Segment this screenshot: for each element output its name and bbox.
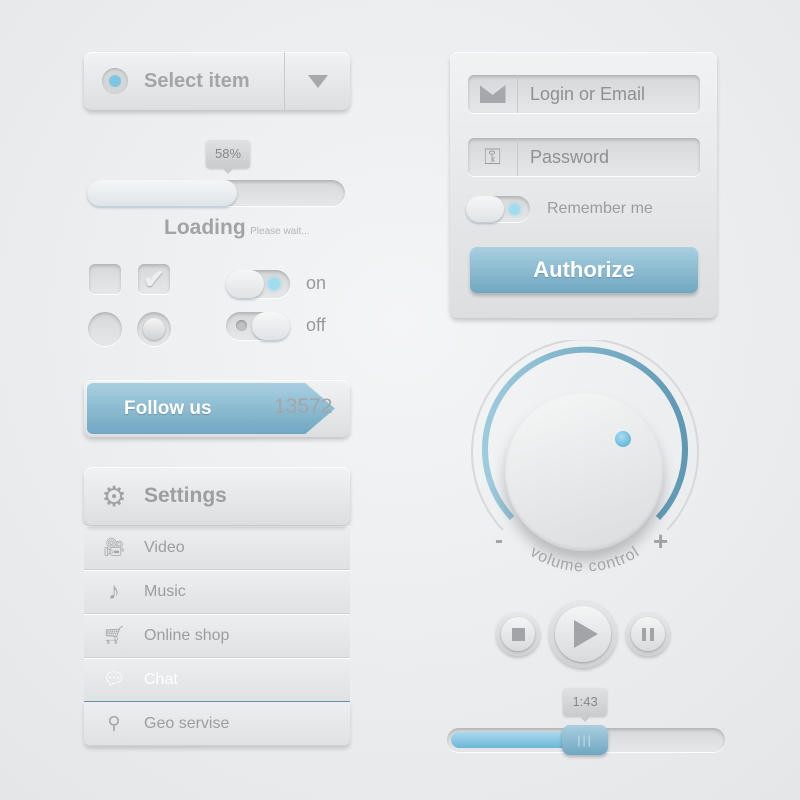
password-field[interactable]: ⚿ Password [468,138,700,176]
settings-title: Settings [144,484,227,507]
knob-indicator-icon [615,431,631,447]
key-icon: ⚿ [468,138,518,176]
progress-tooltip: 58% [206,140,250,174]
menu-item-label: Geo servise [144,714,230,732]
menu-item-label: Online shop [144,626,230,644]
follow-widget: Follow us 13572 [84,380,350,437]
gear-icon[interactable]: ⚙ [84,480,144,513]
toggle-on-label: on [306,273,327,293]
authorize-label: Authorize [533,257,635,282]
time-slider-thumb[interactable]: ||| [562,725,609,755]
map-pin-icon: ⚲ [107,713,121,733]
stop-button[interactable] [496,612,540,656]
time-tooltip: 1:43 [563,688,608,722]
follow-count: 13572 [274,395,333,418]
menu-item-label: Chat [144,670,178,688]
follow-us-label: Follow us [124,397,212,419]
radio-selected[interactable] [137,312,171,346]
play-button[interactable] [549,600,617,668]
volume-plus: + [653,526,668,556]
menu-item-video[interactable]: 🎥︎ Video [84,526,350,570]
pause-icon [642,627,654,641]
chat-icon: 💬︎ [102,669,126,689]
toggle-off-label: off [306,315,326,335]
progress-fill [87,180,237,206]
check-icon: ✔ [143,264,165,294]
menu-item-geo[interactable]: ⚲ Geo servise [84,702,350,746]
radio-unselected[interactable] [88,312,122,346]
menu-item-chat[interactable]: 💬︎ Chat [84,658,350,702]
menu-item-music[interactable]: ♪ Music [84,570,350,614]
email-field[interactable]: Login or Email [468,75,700,113]
pause-button[interactable] [626,612,670,656]
video-camera-icon: 🎥︎ [102,537,126,557]
loading-subtitle: Please wait... [250,226,310,237]
time-slider-fill [451,732,573,748]
settings-header: ⚙ Settings [84,467,350,525]
cart-icon: 🛒︎ [102,625,126,645]
checkbox-checked[interactable]: ✔ [138,264,170,294]
loading-title: Loading [164,216,246,239]
progress-bar [87,180,345,206]
play-icon [574,620,598,648]
volume-knob[interactable] [505,393,663,551]
password-placeholder: Password [530,146,610,167]
authorize-button[interactable]: Authorize [470,247,698,293]
menu-item-label: Video [144,538,185,556]
remember-label: Remember me [547,200,653,217]
checkbox-unchecked[interactable] [89,264,121,294]
music-note-icon: ♪ [108,577,120,605]
menu-item-label: Music [144,582,186,600]
remember-toggle[interactable] [466,196,530,222]
select-dropdown[interactable]: Select item [84,52,350,110]
toggle-off[interactable] [226,312,290,340]
chevron-down-icon[interactable] [284,52,350,110]
select-label: Select item [144,69,250,92]
email-placeholder: Login or Email [530,83,646,104]
toggle-on[interactable] [226,270,290,298]
radio-led-icon [102,68,128,94]
volume-minus: - [495,527,503,554]
envelope-icon [468,75,518,113]
stop-icon [511,627,525,641]
menu-item-online-shop[interactable]: 🛒︎ Online shop [84,614,350,658]
